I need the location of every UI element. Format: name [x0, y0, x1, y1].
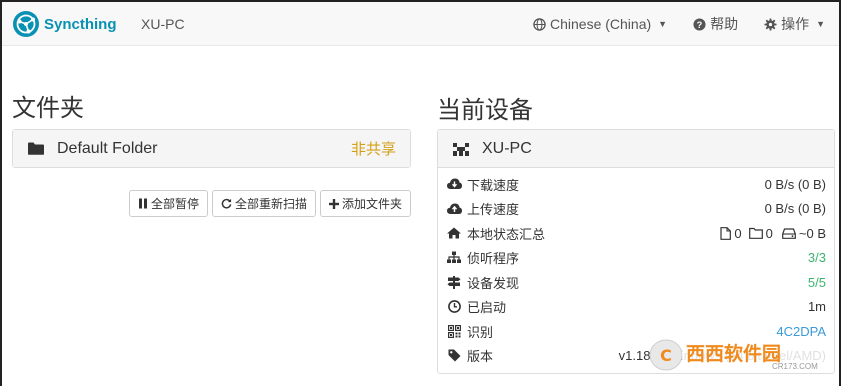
svg-text:?: ? [697, 19, 703, 29]
local-state-label: 本地状态汇总 [467, 227, 546, 243]
listeners-value[interactable]: 3/3 [808, 250, 826, 265]
upload-rate-label: 上传速度 [467, 203, 520, 219]
watermark-logo: C 西西软件园 CR173.COM [649, 339, 834, 371]
add-folder-button[interactable]: 添加文件夹 [319, 190, 411, 217]
signpost-icon [446, 275, 462, 289]
refresh-icon [221, 198, 232, 209]
download-rate-value: 0 B/s (0 B) [764, 176, 826, 192]
brand-name: Syncthing [44, 15, 117, 33]
svg-text:C: C [660, 346, 672, 365]
tag-icon [446, 349, 462, 362]
discovery-value[interactable]: 5/5 [808, 275, 826, 290]
listeners-row: 侦听程序 3/3 [446, 246, 826, 271]
folders-title: 文件夹 [12, 94, 84, 122]
sitemap-icon [446, 251, 462, 264]
folder-panel-default[interactable]: Default Folder 非共享 [12, 129, 411, 168]
local-dirs-count: 0 [765, 225, 773, 241]
add-folder-label: 添加文件夹 [341, 197, 402, 211]
uptime-value: 1m [807, 299, 826, 315]
device-id-label: 识别 [467, 325, 494, 341]
download-rate-label: 下载速度 [467, 178, 520, 194]
cloud-upload-icon [446, 203, 462, 215]
folder-heading[interactable]: Default Folder 非共享 [13, 130, 410, 167]
cloud-download-icon [446, 178, 462, 190]
plus-icon [328, 198, 339, 209]
local-files-count: 0 [734, 225, 742, 241]
folder-outline-icon [748, 228, 763, 240]
device-name: XU-PC [482, 139, 532, 157]
actions-dropdown[interactable]: 操作 ▼ [764, 14, 825, 34]
svg-text:CR173.COM: CR173.COM [772, 362, 818, 371]
syncthing-logo-icon [13, 11, 39, 37]
rescan-all-button[interactable]: 全部重新扫描 [211, 190, 316, 217]
file-icon [720, 226, 732, 240]
device-heading[interactable]: XU-PC [438, 130, 834, 168]
local-size: ~0 B [798, 225, 826, 241]
svg-text:西西软件园: 西西软件园 [686, 342, 781, 365]
actions-label: 操作 [781, 16, 810, 32]
window-frame-left [0, 0, 2, 386]
local-state-value: 0 0 ~0 B [720, 226, 826, 241]
listeners-label: 侦听程序 [467, 252, 520, 268]
pause-all-label: 全部暂停 [150, 197, 199, 211]
qrcode-icon [446, 324, 462, 338]
folder-actions: 全部暂停 全部重新扫描 添加文件夹 [128, 190, 411, 217]
upload-rate-value: 0 B/s (0 B) [764, 201, 826, 217]
download-rate-row: 下载速度 0 B/s (0 B) [446, 172, 826, 197]
navbar-device-name: XU-PC [141, 16, 185, 32]
navbar: Syncthing XU-PC Chinese (China) ▼ ? 帮助 操… [2, 2, 839, 46]
hdd-icon [781, 228, 796, 239]
caret-down-icon: ▼ [658, 19, 668, 29]
question-circle-icon: ? [693, 17, 706, 31]
pause-icon [138, 198, 147, 209]
home-icon [446, 227, 462, 239]
folder-icon [27, 142, 45, 155]
language-dropdown[interactable]: Chinese (China) ▼ [533, 16, 667, 32]
rescan-all-label: 全部重新扫描 [234, 197, 307, 211]
caret-down-icon: ▼ [816, 19, 825, 29]
help-button[interactable]: ? 帮助 [693, 14, 738, 34]
globe-icon [533, 17, 546, 31]
discovery-label: 设备发现 [467, 276, 520, 292]
help-label: 帮助 [710, 16, 739, 32]
this-device-title: 当前设备 [437, 96, 533, 124]
local-state-row: 本地状态汇总 0 0 ~0 B [446, 221, 826, 246]
brand-link[interactable]: Syncthing [12, 8, 117, 40]
clock-icon [446, 300, 462, 314]
discovery-row: 设备发现 5/5 [446, 270, 826, 295]
version-label: 版本 [467, 350, 494, 366]
language-label: Chinese (China) [549, 16, 652, 32]
uptime-label: 已启动 [467, 301, 507, 317]
pause-all-button[interactable]: 全部暂停 [128, 190, 208, 217]
upload-rate-row: 上传速度 0 B/s (0 B) [446, 197, 826, 222]
folder-status-badge: 非共享 [350, 141, 396, 158]
folder-name: Default Folder [57, 139, 158, 157]
gear-icon [764, 17, 777, 31]
identicon-icon [452, 141, 470, 157]
uptime-row: 已启动 1m [446, 295, 826, 320]
